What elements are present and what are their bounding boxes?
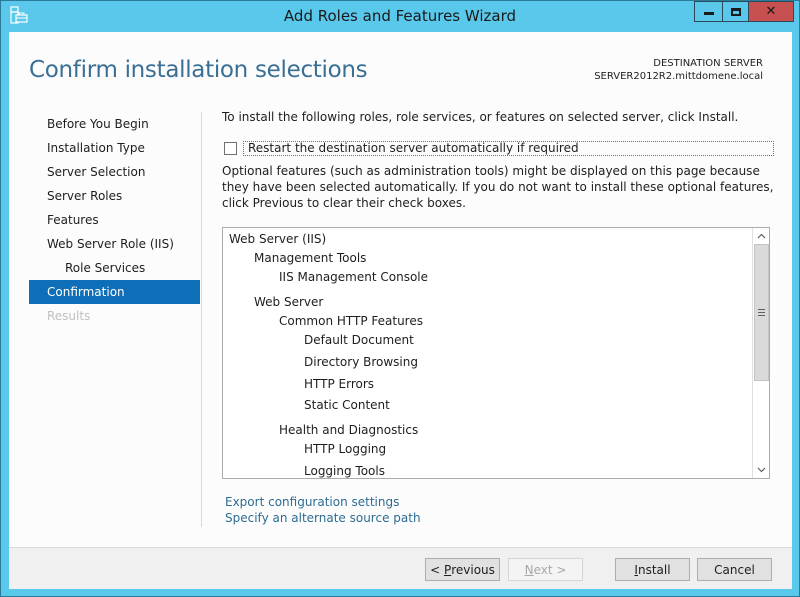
chevron-down-icon xyxy=(757,467,765,473)
destination-server-name: SERVER2012R2.mittdomene.local xyxy=(594,71,763,82)
next-button-label: ext > xyxy=(533,562,567,577)
nav-item-role-services[interactable]: Role Services xyxy=(29,256,200,280)
list-item: Management Tools xyxy=(254,251,367,265)
scroll-up-button[interactable] xyxy=(753,228,769,244)
alternate-source-path-link[interactable]: Specify an alternate source path xyxy=(225,510,421,526)
list-item: Logging Tools xyxy=(304,464,385,478)
previous-button[interactable]: < Previous xyxy=(425,558,500,581)
intro-text: To install the following roles, role ser… xyxy=(222,110,739,124)
vertical-scrollbar[interactable] xyxy=(752,228,769,478)
maximize-button[interactable] xyxy=(722,1,749,22)
next-button: Next > xyxy=(508,558,583,581)
wizard-footer: < Previous Next > Install Cancel xyxy=(9,547,792,589)
restart-checkbox[interactable] xyxy=(224,141,237,155)
minimize-icon xyxy=(703,12,714,15)
install-button-label: nstall xyxy=(637,562,671,577)
nav-item-server-selection[interactable]: Server Selection xyxy=(29,160,200,184)
nav-divider xyxy=(201,112,202,527)
nav-item-features[interactable]: Features xyxy=(29,208,200,232)
nav-item-server-roles[interactable]: Server Roles xyxy=(29,184,200,208)
scroll-down-button[interactable] xyxy=(753,462,769,478)
wizard-client-area: Confirm installation selections DESTINAT… xyxy=(9,32,792,589)
close-button[interactable]: ✕ xyxy=(748,1,794,22)
export-configuration-link[interactable]: Export configuration settings xyxy=(225,494,421,510)
scrollbar-thumb[interactable] xyxy=(754,244,769,381)
list-item: Default Document xyxy=(304,333,414,347)
list-item: IIS Management Console xyxy=(279,270,429,284)
destination-server-label: DESTINATION SERVER xyxy=(653,58,763,69)
window-title: Add Roles and Features Wizard xyxy=(283,7,517,25)
install-button[interactable]: Install xyxy=(615,558,690,581)
previous-button-label: revious xyxy=(451,562,495,577)
nav-item-web-server-role[interactable]: Web Server Role (IIS) xyxy=(29,232,200,256)
maximize-icon xyxy=(730,7,741,16)
selections-list[interactable]: Web Server (IIS) Management Tools IIS Ma… xyxy=(222,227,770,479)
next-button-mnemonic: N xyxy=(524,562,534,577)
title-bar[interactable]: Add Roles and Features Wizard ✕ xyxy=(1,1,799,32)
wizard-nav: Before You Begin Installation Type Serve… xyxy=(29,112,200,328)
nav-item-installation-type[interactable]: Installation Type xyxy=(29,136,200,160)
chevron-up-icon xyxy=(757,233,765,239)
nav-item-results: Results xyxy=(47,309,91,323)
list-item: HTTP Errors xyxy=(304,377,375,391)
previous-button-prefix: < xyxy=(430,562,444,577)
page-title: Confirm installation selections xyxy=(29,57,368,83)
minimize-button[interactable] xyxy=(694,1,723,22)
links-section: Export configuration settings Specify an… xyxy=(225,494,421,526)
list-item: HTTP Logging xyxy=(304,442,387,456)
list-item: Web Server (IIS) xyxy=(229,232,327,246)
list-item: Health and Diagnostics xyxy=(279,423,419,437)
nav-item-before-you-begin[interactable]: Before You Begin xyxy=(29,112,200,136)
previous-button-mnemonic: P xyxy=(443,562,452,577)
destination-server-info: DESTINATION SERVER SERVER2012R2.mittdome… xyxy=(594,57,763,83)
close-icon: ✕ xyxy=(765,4,777,19)
nav-item-confirmation[interactable]: Confirmation xyxy=(29,280,200,304)
restart-option[interactable]: Restart the destination server automatic… xyxy=(224,140,774,156)
main-content: To install the following roles, role ser… xyxy=(222,110,782,525)
optional-features-note: Optional features (such as administratio… xyxy=(222,164,774,210)
wizard-window: Add Roles and Features Wizard ✕ Confirm … xyxy=(0,0,800,597)
list-item: Static Content xyxy=(304,398,390,412)
grip-icon xyxy=(758,309,765,316)
list-item: Directory Browsing xyxy=(304,355,418,369)
restart-checkbox-label[interactable]: Restart the destination server automatic… xyxy=(243,140,774,156)
list-item: Web Server xyxy=(254,295,324,309)
cancel-button[interactable]: Cancel xyxy=(697,558,772,581)
list-item: Common HTTP Features xyxy=(279,314,423,328)
